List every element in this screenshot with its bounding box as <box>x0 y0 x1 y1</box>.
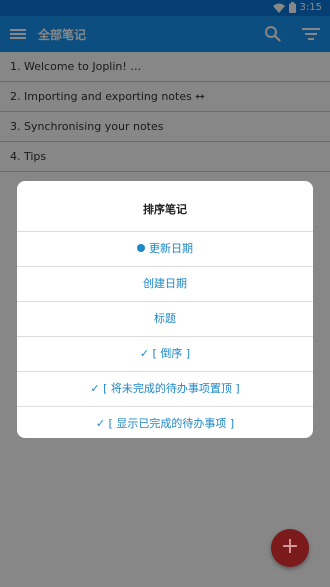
add-note-button[interactable]: + <box>271 529 309 567</box>
sort-option-created-date[interactable]: 创建日期 <box>17 266 313 301</box>
sort-option-updated-date[interactable]: 更新日期 <box>17 231 313 266</box>
option-label: 更新日期 <box>149 242 193 255</box>
toggle-show-completed-todos[interactable]: ✓ [ 显示已完成的待办事项 ] <box>17 406 313 438</box>
sort-notes-dialog: 排序笔记 更新日期 创建日期 标题 ✓ [ 倒序 ] ✓ [ 将未完成的待办事项… <box>17 181 313 438</box>
selected-dot-icon <box>137 244 145 252</box>
toggle-reverse-order[interactable]: ✓ [ 倒序 ] <box>17 336 313 371</box>
dialog-title: 排序笔记 <box>143 203 187 216</box>
toggle-uncompleted-todos-on-top[interactable]: ✓ [ 将未完成的待办事项置顶 ] <box>17 371 313 406</box>
sort-option-title[interactable]: 标题 <box>17 301 313 336</box>
